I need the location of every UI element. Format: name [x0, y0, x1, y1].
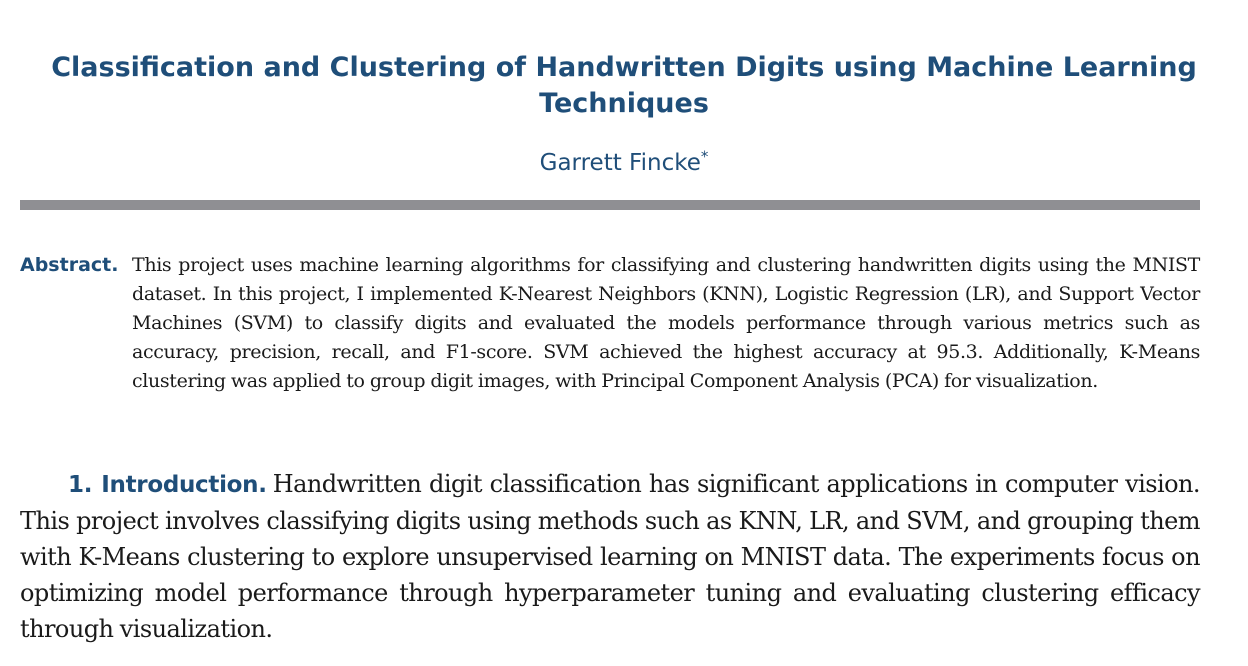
author-name: Garrett Fincke	[539, 150, 701, 176]
author-line: Garrett Fincke*	[0, 148, 1248, 178]
abstract-block: Abstract. This project uses machine lear…	[20, 251, 1200, 396]
introduction-heading: 1. Introduction.	[68, 472, 267, 498]
author-footnote-mark: *	[700, 147, 709, 166]
abstract-label: Abstract.	[20, 254, 119, 276]
abstract-text: This project uses machine learning algor…	[132, 254, 1200, 392]
paper-title: Classification and Clustering of Handwri…	[51, 52, 1197, 119]
introduction-paragraph: 1. Introduction. Handwritten digit classi…	[20, 466, 1201, 647]
title-divider	[20, 200, 1200, 210]
